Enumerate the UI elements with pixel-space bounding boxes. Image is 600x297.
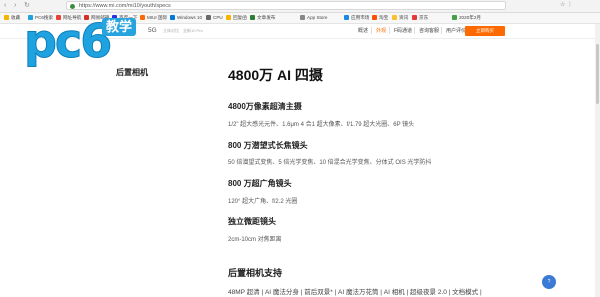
lock-icon: [70, 4, 75, 9]
bookmark-label: 京东: [419, 15, 429, 20]
buy-now-button[interactable]: 立即购买: [465, 26, 505, 36]
bookmark-label: 文章发布: [257, 15, 276, 20]
page-title: 4800万 AI 四摄: [228, 67, 323, 83]
nav-divider: [441, 27, 442, 34]
product-model: 5G: [148, 27, 157, 34]
page-scrollbar[interactable]: [595, 24, 600, 297]
feature-desc: 2cm-10cm 对焦距离: [228, 237, 282, 243]
bookmark-label: CPU: [213, 15, 223, 20]
bookmark-favicon-icon: [372, 15, 377, 20]
nav-overview[interactable]: 概述: [358, 27, 368, 34]
forward-icon[interactable]: ›: [14, 2, 16, 10]
bookmark-favicon-icon: [344, 15, 349, 20]
bookmark-favicon-icon: [250, 15, 255, 20]
nav-divider: [389, 27, 390, 34]
browser-menu-icon[interactable]: ☆ ⋮: [560, 1, 573, 10]
feature-title: 独立微距镜头: [228, 217, 276, 226]
bookmark-item[interactable]: 淘宝: [372, 14, 388, 22]
bookmark-favicon-icon: [206, 15, 211, 20]
bookmark-favicon-icon: [392, 15, 397, 20]
bookmark-item[interactable]: 收藏: [4, 14, 20, 22]
nav-reviews[interactable]: 用户评价: [446, 27, 466, 34]
nav-service[interactable]: 咨询客服: [419, 27, 439, 34]
help-button[interactable]: ?: [542, 275, 556, 289]
bookmark-item[interactable]: CPU: [206, 14, 223, 22]
logo-tag: 教学: [102, 18, 136, 36]
nav-appearance[interactable]: 外观: [376, 27, 386, 34]
bookmark-favicon-icon: [452, 15, 457, 20]
support-section-desc: 48MP 超清 | AI 魔法分身 | 前后双景* | AI 魔法万花筒 | A…: [228, 289, 482, 296]
bookmark-item[interactable]: 回复函: [226, 14, 247, 22]
feature-title: 4800万像素超清主摄: [228, 102, 302, 111]
feature-desc: 1/2" 超大感光元件、1.6μm 4 合1 超大像素、f/1.79 超大光圈、…: [228, 122, 415, 128]
bookmark-item[interactable]: MIUI 国际: [140, 14, 167, 22]
url-input[interactable]: https://www.mi.com/mi10/youth/specs: [66, 1, 506, 10]
nav-divider: [371, 27, 372, 34]
bookmark-favicon-icon: [300, 15, 305, 20]
bookmark-label: 应用市场: [351, 15, 370, 20]
nav-fcode[interactable]: F码通道: [394, 27, 412, 34]
support-section-title: 后置相机支持: [228, 268, 283, 278]
bookmark-label: Windows 10: [177, 15, 203, 20]
bookmark-favicon-icon: [170, 15, 175, 20]
pro-link[interactable]: 全新10 Pro: [183, 28, 203, 34]
bookmark-item[interactable]: Windows 10: [170, 14, 202, 22]
bookmark-item[interactable]: 应用市场: [344, 14, 369, 22]
bookmark-label: App Store: [307, 15, 328, 20]
feature-title: 800 万潜望式长焦镜头: [228, 141, 308, 150]
bookmark-item[interactable]: 2020年2月: [452, 14, 481, 22]
feature-title: 800 万超广角镜头: [228, 179, 292, 188]
url-text: https://www.mi.com/mi10/youth/specs: [79, 3, 171, 9]
bookmark-label: 回复函: [233, 15, 247, 20]
bookmark-item[interactable]: 资讯: [392, 14, 408, 22]
logo-text: pc6: [23, 14, 112, 68]
feature-desc: 120° 超大广角、f/2.2 光圈: [228, 199, 298, 205]
scrollbar-thumb[interactable]: [596, 44, 599, 104]
feature-desc: 50 倍潜望式变焦、5 倍光学变焦、10 倍混合光学变焦、分体式 OIS 光学防…: [228, 160, 432, 166]
side-section-title: 后置相机: [116, 68, 148, 77]
nav-divider: [414, 27, 415, 34]
reload-icon[interactable]: ↻: [24, 2, 30, 10]
bookmark-favicon-icon: [226, 15, 231, 20]
bookmark-label: 2020年2月: [459, 15, 481, 20]
browser-address-bar: ‹ › ↻ https://www.mi.com/mi10/youth/spec…: [0, 0, 600, 13]
bookmark-item[interactable]: 京东: [412, 14, 428, 22]
bookmark-favicon-icon: [4, 15, 9, 20]
bookmark-item[interactable]: 文章发布: [250, 14, 275, 22]
bookmark-label: 资讯: [399, 15, 409, 20]
compare-link[interactable]: 立体对比: [163, 28, 179, 34]
back-icon[interactable]: ‹: [4, 2, 6, 10]
bookmark-item[interactable]: App Store: [300, 14, 327, 22]
bookmark-label: 淘宝: [379, 15, 389, 20]
bookmark-label: MIUI 国际: [147, 15, 168, 20]
bookmark-favicon-icon: [412, 15, 417, 20]
bookmark-label: 收藏: [11, 15, 21, 20]
